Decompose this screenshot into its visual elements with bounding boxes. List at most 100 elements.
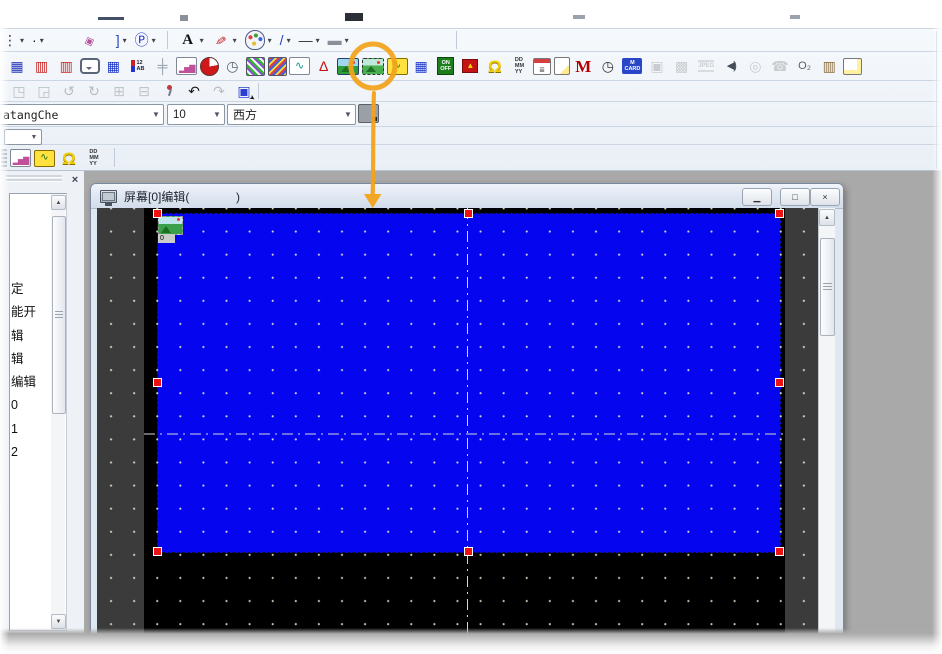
user-keys-icon[interactable]: O₂: [794, 55, 816, 77]
xy-picture-icon[interactable]: ∿: [34, 150, 55, 167]
scale-ruler-dropdown[interactable]: ▾: [123, 36, 127, 45]
group-objects-icon[interactable]: ⊞: [108, 80, 130, 102]
bell-alarm-icon[interactable]: Ω: [58, 147, 80, 169]
film-id-icon[interactable]: ▥: [818, 55, 840, 77]
selection-handle[interactable]: [775, 378, 784, 387]
line-style[interactable]: /▾: [279, 30, 292, 50]
chevron-down-icon[interactable]: ▼: [27, 134, 41, 141]
undo-icon[interactable]: ↶: [183, 80, 205, 102]
rect-style[interactable]: ▬▾: [327, 30, 350, 50]
pie-graph-icon[interactable]: [200, 57, 219, 76]
canvas-scrollbar-thumb[interactable]: [820, 238, 835, 336]
rotate-cw-icon[interactable]: ↻: [83, 80, 105, 102]
window-titlebar[interactable]: 屏幕[0]编辑( ): [91, 184, 843, 209]
ascii-table-icon[interactable]: ▦: [102, 55, 124, 77]
numeric-input-icon[interactable]: ▥: [55, 55, 77, 77]
on-off-switch-icon[interactable]: ON OFF: [435, 55, 457, 77]
panel-scrollbar-thumb[interactable]: [52, 216, 66, 414]
clipped-icon-icon[interactable]: [1, 149, 7, 167]
history-table-icon[interactable]: ▦: [410, 55, 432, 77]
selection-handle[interactable]: [464, 547, 473, 556]
ungroup-objects-icon[interactable]: ⊟: [133, 80, 155, 102]
dot-matrix-style-dropdown[interactable]: ▾: [20, 36, 24, 45]
palette-dropdown[interactable]: ▾: [268, 36, 272, 45]
point-style[interactable]: ·▾: [31, 30, 45, 50]
pushpin-icon[interactable]: [158, 80, 180, 102]
meter-gauge-icon[interactable]: ◷: [221, 55, 243, 77]
chevron-down-icon[interactable]: ▼: [341, 110, 355, 119]
bar-graph-icon[interactable]: ▂▅▇: [10, 149, 31, 167]
screen-list-item[interactable]: 辑: [10, 325, 50, 348]
screen-list-item[interactable]: 辑: [10, 348, 50, 371]
calendar-icon[interactable]: ≣: [533, 58, 551, 75]
selected-rectangle-object[interactable]: [157, 213, 781, 553]
static-text-icon[interactable]: A: [179, 31, 197, 49]
camera-icon[interactable]: ▣: [646, 55, 668, 77]
trend-chart-icon[interactable]: ∿: [289, 57, 310, 75]
minimize-button[interactable]: ▁: [742, 188, 772, 206]
screen-list-item[interactable]: 定: [10, 278, 50, 301]
pen-style[interactable]: ✎▾: [211, 30, 238, 50]
dash-style-dropdown[interactable]: ▾: [316, 36, 320, 45]
macro-m-icon[interactable]: M: [572, 55, 594, 77]
palette-icon[interactable]: [245, 30, 265, 50]
zoom-select-icon[interactable]: ▣: [233, 80, 255, 102]
scale-ruler[interactable]: ]▾: [115, 30, 128, 50]
scroll-up-button[interactable]: ▲: [51, 195, 66, 210]
handset-icon[interactable]: ☎: [769, 55, 791, 77]
bell-alarm-icon[interactable]: Ω: [484, 55, 506, 77]
screen-list-item[interactable]: 2: [10, 441, 50, 464]
chevron-down-icon[interactable]: ▼: [210, 110, 224, 119]
projector-icon[interactable]: ▩: [671, 55, 693, 77]
dynamic-picture-icon[interactable]: [362, 58, 384, 75]
message-display-icon[interactable]: [80, 58, 100, 74]
panel-grip[interactable]: [6, 175, 62, 178]
hatch-fill-icon[interactable]: [246, 57, 265, 76]
line-style-dropdown[interactable]: ▾: [287, 36, 291, 45]
selection-handle[interactable]: [775, 209, 784, 218]
restore-button[interactable]: □: [780, 188, 810, 206]
report-clipboard-icon[interactable]: [554, 57, 570, 75]
scroll-up-button[interactable]: ▲: [819, 209, 835, 226]
charset-combo[interactable]: 西方 ▼: [227, 104, 356, 125]
panel-close-button[interactable]: ×: [68, 174, 82, 188]
text-color-button[interactable]: [358, 104, 379, 123]
chevron-down-icon[interactable]: ▼: [149, 110, 163, 119]
speaker-icon[interactable]: ◀): [720, 55, 742, 77]
bar-graph-icon[interactable]: ▂▅▇: [176, 57, 197, 75]
jpeg-image-icon[interactable]: JPEG: [695, 55, 717, 77]
selection-handle[interactable]: [153, 547, 162, 556]
redo-icon[interactable]: ↷: [208, 80, 230, 102]
webcam-icon[interactable]: ◎: [744, 55, 766, 77]
static-text-dropdown[interactable]: ▾: [200, 36, 204, 45]
panel-plate-icon[interactable]: [843, 58, 862, 75]
screen-list-item[interactable]: 编辑: [10, 371, 50, 394]
align-right-icon[interactable]: ◲: [33, 80, 55, 102]
paint-stamp[interactable]: ◈: [79, 30, 99, 50]
pen-style-dropdown[interactable]: ▾: [233, 36, 237, 45]
align-left-icon[interactable]: ◳: [8, 80, 30, 102]
rotate-ccw-icon[interactable]: ↺: [58, 80, 80, 102]
pattern-fill-icon[interactable]: [268, 57, 287, 76]
flask-level-icon[interactable]: Δ: [313, 55, 335, 77]
screen-list-item[interactable]: 1: [10, 418, 50, 441]
numeric-table-icon[interactable]: ▦: [6, 55, 28, 77]
pipe-p-style[interactable]: Ⓟ▾: [134, 30, 157, 50]
date-display-icon[interactable]: DD MM YY: [508, 55, 530, 77]
date-display-icon[interactable]: DD MM YY: [83, 147, 105, 169]
timer-icon[interactable]: ◷: [597, 55, 619, 77]
edit-canvas[interactable]: 0: [97, 208, 818, 654]
selection-handle[interactable]: [153, 378, 162, 387]
alarm-display-icon[interactable]: ▲: [459, 55, 481, 77]
font-name-combo[interactable]: atangChe ▼: [0, 104, 164, 125]
number-ascii-12ab-icon[interactable]: 12 AB: [127, 55, 149, 77]
pin-tool-icon[interactable]: ╪: [152, 55, 174, 77]
dot-matrix-style[interactable]: ⋮▾: [2, 30, 25, 50]
rect-style-dropdown[interactable]: ▾: [345, 36, 349, 45]
paint-stamp-icon[interactable]: ◈: [80, 31, 98, 49]
static-text[interactable]: A▾: [178, 30, 205, 50]
point-style-dropdown[interactable]: ▾: [40, 36, 44, 45]
scroll-down-button[interactable]: ▼: [51, 614, 66, 629]
font-size-combo[interactable]: 10 ▼: [167, 104, 225, 125]
xy-picture-icon[interactable]: ∿: [387, 58, 408, 75]
